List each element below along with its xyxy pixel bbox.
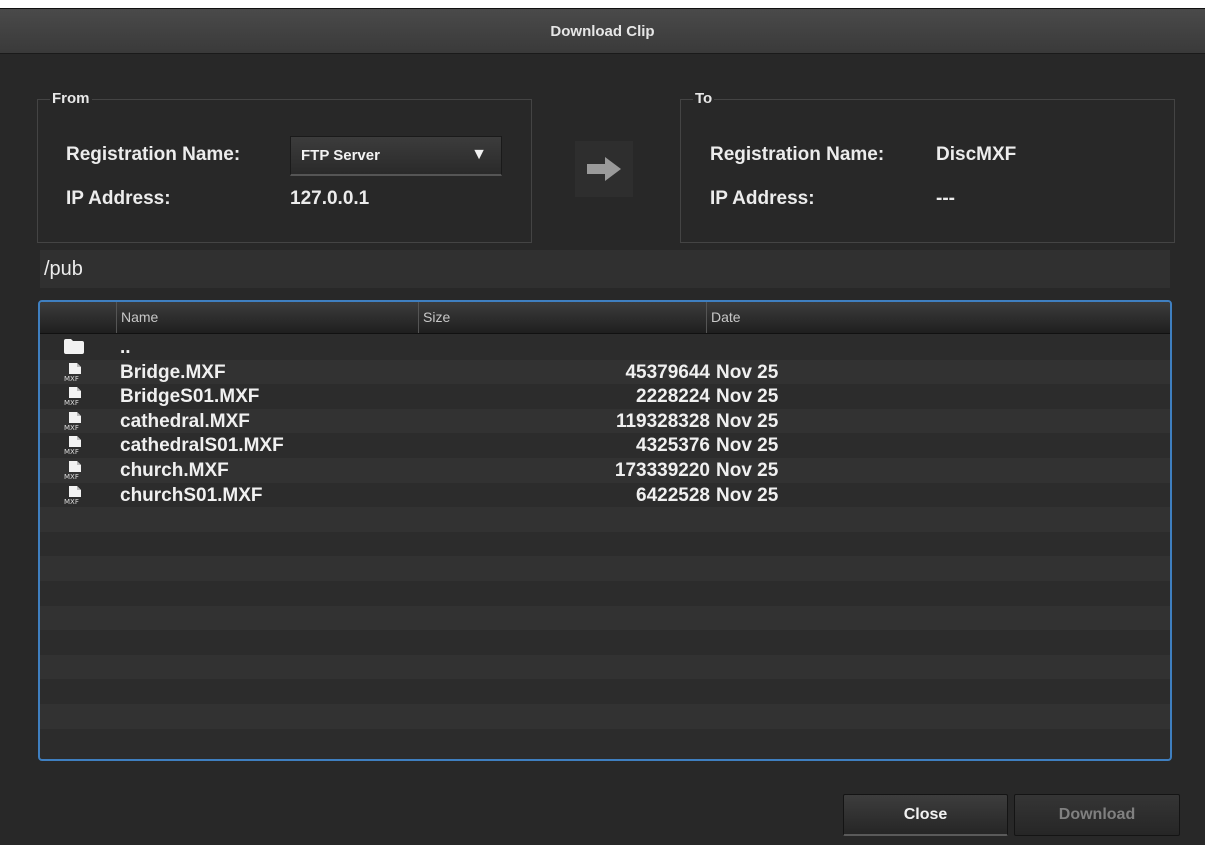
file-name: BridgeS01.MXF bbox=[120, 386, 260, 408]
empty-row bbox=[40, 630, 1170, 655]
file-row[interactable]: MXF cathedralS01.MXF 4325376 Nov 25 bbox=[40, 433, 1170, 458]
download-button[interactable]: Download bbox=[1014, 794, 1180, 836]
current-path: /pub bbox=[40, 250, 1170, 288]
empty-row bbox=[40, 605, 1170, 631]
registration-name-value: FTP Server bbox=[301, 147, 380, 164]
from-legend: From bbox=[50, 90, 92, 108]
file-rows: .. MXF Bridge.MXF 45379644 Nov 25 MXF BridgeS0… bbox=[40, 335, 1170, 754]
file-date: Nov 25 bbox=[716, 459, 779, 481]
file-size: 2228224 bbox=[636, 386, 710, 408]
file-name: churchS01.MXF bbox=[120, 484, 263, 506]
to-ip-label: IP Address: bbox=[710, 188, 815, 209]
registration-name-dropdown[interactable]: FTP Server ▼ bbox=[290, 136, 502, 176]
close-button[interactable]: Close bbox=[843, 794, 1008, 836]
file-size: 6422528 bbox=[636, 484, 710, 506]
file-list[interactable]: Name Size Date .. MXF Bridge.MXF 45379644 No… bbox=[38, 300, 1172, 761]
to-group: To bbox=[680, 90, 1175, 243]
file-row[interactable]: MXF Bridge.MXF 45379644 Nov 25 bbox=[40, 359, 1170, 385]
column-header-date[interactable]: Date bbox=[706, 302, 1170, 333]
file-name: .. bbox=[120, 337, 131, 358]
mxf-icon-label: MXF bbox=[64, 399, 79, 408]
file-row[interactable]: MXF BridgeS01.MXF 2228224 Nov 25 bbox=[40, 384, 1170, 409]
column-header-size[interactable]: Size bbox=[418, 302, 706, 333]
file-name: Bridge.MXF bbox=[120, 361, 226, 383]
file-list-header: Name Size Date bbox=[40, 302, 1170, 334]
file-row[interactable]: MXF cathedral.MXF 119328328 Nov 25 bbox=[40, 408, 1170, 434]
mxf-icon-label: MXF bbox=[64, 374, 79, 383]
file-date: Nov 25 bbox=[716, 410, 779, 432]
empty-row bbox=[40, 703, 1170, 729]
file-date: Nov 25 bbox=[716, 435, 779, 457]
file-name: cathedralS01.MXF bbox=[120, 435, 284, 457]
mxf-file-icon: MXF bbox=[64, 362, 82, 383]
mxf-file-icon: MXF bbox=[64, 485, 82, 506]
mxf-file-icon: MXF bbox=[64, 387, 82, 408]
column-header-icon[interactable] bbox=[40, 302, 116, 333]
empty-row bbox=[40, 580, 1170, 606]
empty-row bbox=[40, 654, 1170, 680]
mxf-file-icon: MXF bbox=[64, 411, 82, 432]
to-registration-value: DiscMXF bbox=[936, 144, 1017, 165]
to-legend: To bbox=[693, 90, 715, 108]
empty-row bbox=[40, 556, 1170, 581]
folder-icon bbox=[64, 338, 84, 356]
download-clip-dialog: Download Clip From Registration Name: FT… bbox=[0, 8, 1205, 845]
dropdown-triangle-icon: ▼ bbox=[471, 146, 487, 163]
file-size: 119328328 bbox=[615, 410, 710, 432]
file-name: cathedral.MXF bbox=[120, 410, 250, 432]
mxf-file-icon: MXF bbox=[64, 436, 82, 457]
mxf-icon-label: MXF bbox=[64, 423, 79, 432]
empty-row bbox=[40, 507, 1170, 532]
file-date: Nov 25 bbox=[716, 484, 779, 506]
file-row[interactable]: MXF churchS01.MXF 6422528 Nov 25 bbox=[40, 482, 1170, 508]
parent-directory-row[interactable]: .. bbox=[40, 335, 1170, 360]
column-header-name[interactable]: Name bbox=[116, 302, 418, 333]
arrow-right-icon bbox=[587, 157, 621, 181]
to-ip-value: --- bbox=[936, 188, 955, 209]
mxf-file-icon: MXF bbox=[64, 460, 82, 481]
file-date: Nov 25 bbox=[716, 361, 779, 383]
empty-row bbox=[40, 531, 1170, 557]
file-row[interactable]: MXF church.MXF 173339220 Nov 25 bbox=[40, 457, 1170, 483]
to-registration-label: Registration Name: bbox=[710, 144, 885, 165]
file-size: 173339220 bbox=[614, 459, 710, 481]
mxf-icon-label: MXF bbox=[64, 472, 79, 481]
mxf-icon-label: MXF bbox=[64, 497, 79, 506]
file-date: Nov 25 bbox=[716, 386, 779, 408]
file-size: 4325376 bbox=[636, 435, 710, 457]
from-ip-label: IP Address: bbox=[66, 188, 171, 209]
window-title: Download Clip bbox=[0, 9, 1205, 54]
transfer-arrow bbox=[575, 141, 633, 197]
empty-row bbox=[40, 728, 1170, 754]
from-registration-label: Registration Name: bbox=[66, 144, 241, 165]
empty-row bbox=[40, 679, 1170, 704]
file-size: 45379644 bbox=[625, 361, 710, 383]
file-name: church.MXF bbox=[120, 459, 229, 481]
mxf-icon-label: MXF bbox=[64, 448, 79, 457]
from-ip-value: 127.0.0.1 bbox=[290, 188, 370, 209]
